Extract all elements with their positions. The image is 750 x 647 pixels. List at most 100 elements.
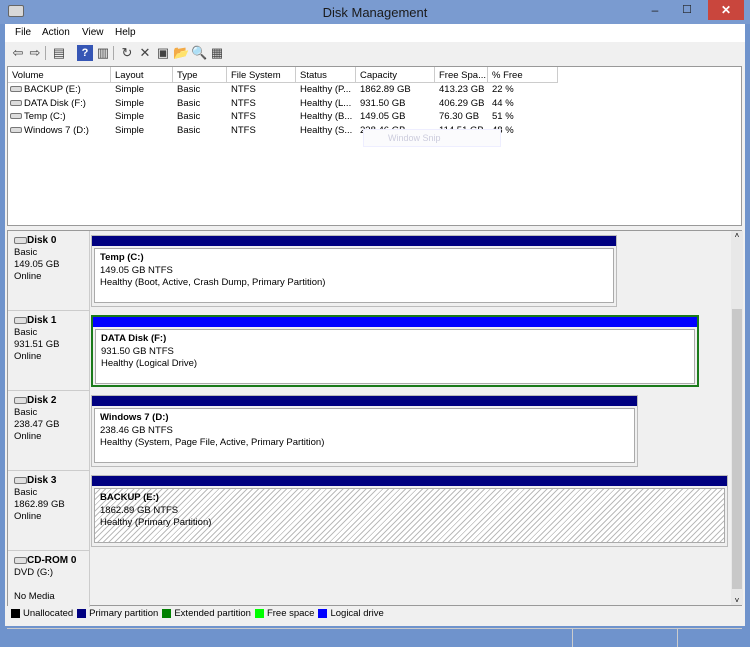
legend-label: Free space	[266, 608, 315, 619]
column-header-free-spa-[interactable]: Free Spa...	[435, 67, 488, 83]
table-row[interactable]: Temp (C:) Simple Basic NTFS Healthy (B... 149…	[8, 111, 708, 125]
legend-item: Unallocated	[7, 608, 73, 619]
maximize-button[interactable]: ☐	[672, 0, 702, 20]
cell-text: NTFS	[231, 111, 256, 122]
explore-icon[interactable]: 🔍	[191, 45, 207, 61]
table-cell: 22 %	[492, 84, 514, 98]
show-hide-action-pane-icon[interactable]: ▥	[95, 45, 111, 61]
forward-icon[interactable]: ⇨	[27, 45, 43, 61]
table-cell: 76.30 GB	[439, 111, 479, 125]
disk-label-2[interactable]: Disk 2 Basic 238.47 GB Online	[8, 391, 90, 471]
menu-bar: File Action View Help	[5, 24, 745, 42]
partition-size: 1862.89 GB NTFS	[100, 504, 179, 516]
cell-text: 1862.89 GB	[360, 84, 411, 95]
legend-swatch	[11, 608, 20, 618]
window-title: Disk Management	[322, 5, 428, 20]
disk-state: Online	[14, 271, 42, 282]
partition-0[interactable]: Temp (C:) 149.05 GB NTFS Healthy (Boot, Ac…	[91, 235, 617, 307]
partition-title: Temp (C:)	[100, 252, 144, 263]
show-hide-console-tree-icon[interactable]: ▤	[51, 45, 67, 61]
partition-color-bar	[92, 476, 727, 486]
cell-text: Simple	[115, 124, 145, 136]
partition-2[interactable]: Windows 7 (D:) 238.46 GB NTFS Healthy (Sys…	[91, 395, 638, 467]
partition-3[interactable]: BACKUP (E:) 1862.89 GB NTFS Healthy (Prima…	[91, 475, 728, 547]
disk-name: Disk 0	[27, 235, 57, 246]
table-cell: Healthy (L...	[300, 98, 351, 112]
partition-details: Temp (C:) 149.05 GB NTFS Healthy (Boot, Ac…	[94, 248, 614, 303]
toolbar: ⇦ ⇨ ▤? ▥ ↻ ✕ ▣ 📂 🔍 ▦	[5, 42, 745, 64]
table-cell: 406.29 GB	[439, 98, 484, 112]
disk-state: Online	[14, 431, 42, 442]
disk-label-3[interactable]: Disk 3 Basic 1862.89 GB Online	[8, 471, 90, 551]
table-cell: Healthy (S...	[300, 125, 352, 139]
rescan-disks-icon[interactable]: ▦	[209, 45, 225, 61]
menu-file[interactable]: File	[15, 27, 31, 38]
disk-type: Basic	[14, 247, 38, 258]
disk-label-0[interactable]: Disk 0 Basic 149.05 GB Online	[8, 231, 90, 311]
scroll-down-icon[interactable]: ˅	[731, 596, 743, 605]
menu-view[interactable]: View	[82, 27, 104, 38]
partition-title: BACKUP (E:)	[100, 492, 159, 503]
legend-swatch	[254, 608, 264, 618]
help-icon[interactable]: ?	[77, 45, 93, 61]
vertical-scrollbar[interactable]: ˄ ˅	[731, 231, 743, 605]
cdrom-state: No Media	[14, 591, 55, 602]
column-header-file-system[interactable]: File System	[227, 67, 296, 83]
scrollbar-thumb[interactable]	[732, 309, 742, 589]
partition-1[interactable]: DATA Disk (F:) 931.50 GB NTFS Healthy (Log…	[91, 315, 699, 387]
minimize-button[interactable]: –	[640, 0, 670, 20]
table-cell: Temp (C:)	[10, 111, 66, 125]
column-header-capacity[interactable]: Capacity	[356, 67, 435, 83]
refresh-icon[interactable]: ↻	[119, 45, 135, 61]
client-area: File Action View Help ⇦ ⇨ ▤? ▥ ↻ ✕ ▣ 📂 🔍 ▦ Volume…	[5, 24, 745, 647]
volume-icon	[10, 86, 22, 93]
close-button[interactable]: ✕	[708, 0, 744, 20]
partition-status: Healthy (Primary Partition)	[100, 517, 212, 528]
disk-icon	[14, 316, 27, 324]
table-row[interactable]: BACKUP (E:) Simple Basic NTFS Healthy (P... 1…	[8, 84, 708, 98]
volume-icon	[10, 126, 22, 133]
cell-text: 76.30 GB	[439, 111, 480, 122]
disk-label-1[interactable]: Disk 1 Basic 931.51 GB Online	[8, 311, 90, 391]
table-cell: 413.23 GB	[439, 84, 484, 98]
delete-icon[interactable]: ✕	[137, 45, 153, 61]
table-cell: Simple	[115, 125, 144, 139]
cell-text: BACKUP (E:)	[24, 84, 81, 95]
column-header-layout[interactable]: Layout	[111, 67, 173, 83]
legend-swatch	[77, 608, 87, 618]
table-cell: NTFS	[231, 84, 256, 98]
title-bar: Disk Management – ☐ ✕	[0, 0, 750, 24]
column-header-%-free[interactable]: % Free	[488, 67, 558, 83]
scroll-up-icon[interactable]: ˄	[731, 231, 743, 240]
cell-text: 51 %	[492, 111, 514, 122]
cdrom-name: CD-ROM 0	[27, 555, 77, 566]
table-row[interactable]: DATA Disk (F:) Simple Basic NTFS Healthy (L.…	[8, 98, 708, 112]
disk-size: 238.47 GB	[14, 419, 60, 430]
cell-text: Healthy (P...	[300, 84, 352, 95]
partition-title: DATA Disk (F:)	[101, 333, 167, 344]
column-header-volume[interactable]: Volume	[8, 67, 111, 83]
cell-text: 406.29 GB	[439, 97, 485, 109]
column-header-type[interactable]: Type	[173, 67, 227, 83]
back-icon[interactable]: ⇦	[10, 45, 26, 61]
cell-text: 149.05 GB	[360, 111, 406, 122]
column-header-status[interactable]: Status	[296, 67, 356, 83]
disk-size: 1862.89 GB	[14, 499, 65, 510]
table-cell: BACKUP (E:)	[10, 84, 81, 98]
open-icon[interactable]: 📂	[173, 45, 189, 61]
menu-help[interactable]: Help	[115, 27, 136, 38]
partition-details: DATA Disk (F:) 931.50 GB NTFS Healthy (Log…	[95, 329, 695, 384]
table-cell: NTFS	[231, 111, 256, 125]
partition-title: Windows 7 (D:)	[100, 412, 169, 423]
menu-action[interactable]: Action	[42, 27, 70, 38]
legend: Unallocated Primary partition Extended par…	[7, 608, 742, 624]
disk-state: Online	[14, 511, 42, 522]
properties-icon[interactable]: ▣	[155, 45, 171, 61]
cdrom-label[interactable]: CD-ROM 0 DVD (G:) No Media	[8, 551, 90, 607]
table-cell: Basic	[177, 111, 200, 125]
table-cell: NTFS	[231, 98, 256, 112]
table-row[interactable]: Windows 7 (D:) Simple Basic NTFS Healthy (S.…	[8, 125, 708, 139]
cell-text: 931.50 GB	[360, 97, 406, 109]
volume-icon	[10, 113, 22, 120]
table-cell: Basic	[177, 125, 200, 139]
